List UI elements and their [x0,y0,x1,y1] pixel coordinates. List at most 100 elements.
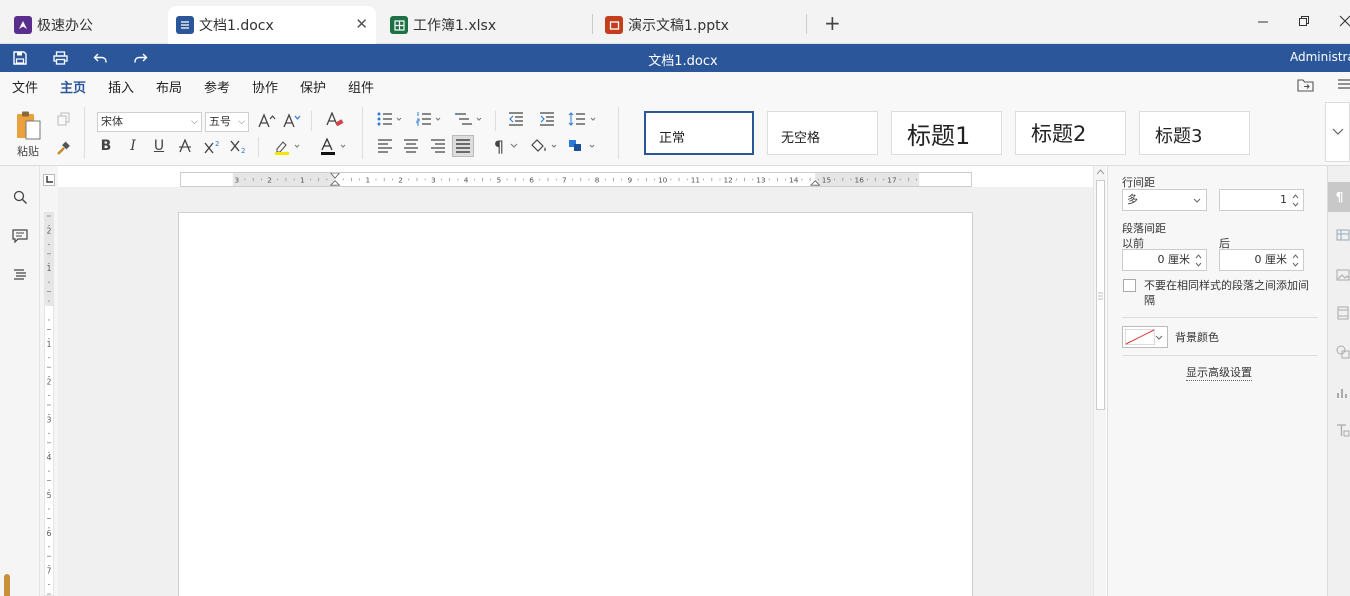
style-heading3[interactable]: 标题3 [1139,111,1250,155]
font-name-select[interactable]: 宋体 ⌵ [97,112,202,132]
spacing-before-input[interactable]: 0 厘米 [1122,249,1207,271]
superscript-icon[interactable]: 2 [203,137,223,155]
tab-spreadsheet[interactable]: 工作簿1.xlsx [388,6,583,44]
menu-more-icon[interactable] [1337,78,1350,94]
chart-settings-icon[interactable] [1334,384,1350,402]
styles-gallery-expand-icon[interactable] [1325,102,1350,162]
menu-home[interactable]: 主页 [60,77,87,102]
line-spacing-icon[interactable] [568,110,598,128]
ruler-tick-label: 1 [300,176,305,185]
align-center-icon[interactable] [402,137,420,155]
line-spacing-type-value: 多 [1127,193,1138,206]
align-right-icon[interactable] [429,137,447,155]
tab-bar: 极速办公 文档1.docx ✕ 工作簿1.xlsx 演示文稿1.pptx + [0,0,1350,44]
paste-label: 粘贴 [17,145,39,158]
menu-references[interactable]: 参考 [204,77,230,96]
app-logo-icon [14,16,32,34]
increase-indent-icon[interactable] [537,110,557,128]
close-tab-icon[interactable]: ✕ [355,15,368,33]
highlight-color-icon[interactable] [272,137,302,155]
underline-button[interactable]: U [150,137,168,155]
text-art-icon[interactable] [1334,421,1350,439]
strikethrough-icon[interactable] [176,137,194,155]
scrollbar-thumb[interactable] [1096,180,1105,410]
line-spacing-label: 行间距 [1122,176,1155,189]
ruler-tick-label: 6 [529,176,534,185]
increase-font-icon[interactable] [257,111,277,131]
show-advanced-settings-link[interactable]: 显示高级设置 [1186,364,1252,381]
close-window-icon[interactable] [1339,12,1350,32]
menu-plugins[interactable]: 组件 [348,77,374,96]
justify-icon[interactable] [452,135,474,157]
background-color-label: 背景颜色 [1175,331,1219,344]
menu-protect[interactable]: 保护 [300,77,326,96]
borders-icon[interactable] [566,137,598,155]
style-normal[interactable]: 正常 [644,111,754,155]
search-icon[interactable] [10,187,30,207]
navigation-icon[interactable] [10,265,30,285]
menu-file[interactable]: 文件 [12,77,38,96]
document-page[interactable] [178,212,973,596]
decrease-indent-icon[interactable] [506,110,526,128]
chevron-down-icon: ⌵ [191,117,198,127]
tab-stop-selector-icon[interactable] [43,174,55,186]
paragraph-mark-button[interactable]: ¶ [491,137,521,156]
font-color-icon[interactable] [318,137,348,155]
style-no-spacing[interactable]: 无空格 [767,111,878,155]
copy-icon[interactable] [54,110,72,128]
italic-button[interactable]: I [124,137,142,155]
font-size-value: 五号 [209,115,231,128]
line-spacing-value-input[interactable]: 1 [1219,189,1304,211]
bookmark-handle-icon[interactable] [4,574,10,596]
ribbon-divider [618,107,619,159]
bullet-list-icon[interactable] [376,110,404,128]
line-spacing-type-select[interactable]: 多 [1122,189,1207,211]
format-painter-icon[interactable] [54,139,72,157]
shading-icon[interactable] [528,137,560,155]
font-name-value: 宋体 [101,115,123,128]
clear-format-icon[interactable] [324,110,346,130]
background-color-picker[interactable] [1122,326,1168,348]
header-footer-icon[interactable] [1334,304,1350,322]
tab-document[interactable]: 文档1.docx ✕ [168,6,376,44]
ruler-tick-label: 16 [855,176,865,185]
spinner-icon[interactable] [1292,253,1299,268]
paragraph-settings-icon[interactable]: ¶ [1328,182,1350,212]
tab-home[interactable]: 极速办公 [0,6,155,44]
image-settings-icon[interactable] [1334,266,1350,284]
ruler-tick-label: 14 [789,176,799,185]
ribbon-home: 粘贴 宋体 ⌵ 五号 ⌵ B I U 2 2 ¶ 正常 无空格 标题1 标题2 … [0,99,1350,166]
scroll-up-icon[interactable] [1097,169,1104,175]
bold-button[interactable]: B [97,137,115,155]
user-name[interactable]: Administrator [1290,50,1350,64]
numbered-list-icon[interactable] [415,110,443,128]
table-settings-icon[interactable] [1334,226,1350,244]
ruler-tick-label: 5 [497,176,502,185]
font-size-select[interactable]: 五号 ⌵ [205,112,249,132]
new-tab-icon[interactable]: + [824,12,841,34]
menu-layout[interactable]: 布局 [156,77,182,96]
paste-icon[interactable] [12,109,44,143]
decrease-font-icon[interactable] [282,111,302,131]
comments-icon[interactable] [10,226,30,246]
menu-collaborate[interactable]: 协作 [252,77,278,96]
restore-icon[interactable] [1298,12,1310,32]
style-heading2[interactable]: 标题2 [1015,111,1126,155]
style-heading1[interactable]: 标题1 [891,111,1002,155]
ruler-tick-label: 12 [723,176,732,185]
ruler-tick-label: 3 [431,176,436,185]
left-sidebar [0,166,40,596]
tab-presentation[interactable]: 演示文稿1.pptx [603,6,803,44]
spacing-after-input[interactable]: 0 厘米 [1219,249,1304,271]
align-left-icon[interactable] [376,137,394,155]
open-file-location-icon[interactable] [1297,78,1314,96]
spinner-icon[interactable] [1195,253,1202,268]
menu-insert[interactable]: 插入 [108,77,134,96]
multilevel-list-icon[interactable] [454,110,484,128]
shape-settings-icon[interactable] [1334,343,1350,361]
vertical-scrollbar[interactable] [1093,166,1106,596]
no-space-checkbox[interactable] [1123,279,1136,292]
minimize-icon[interactable] [1257,12,1269,32]
subscript-icon[interactable]: 2 [229,137,249,155]
spinner-icon[interactable] [1292,193,1299,208]
